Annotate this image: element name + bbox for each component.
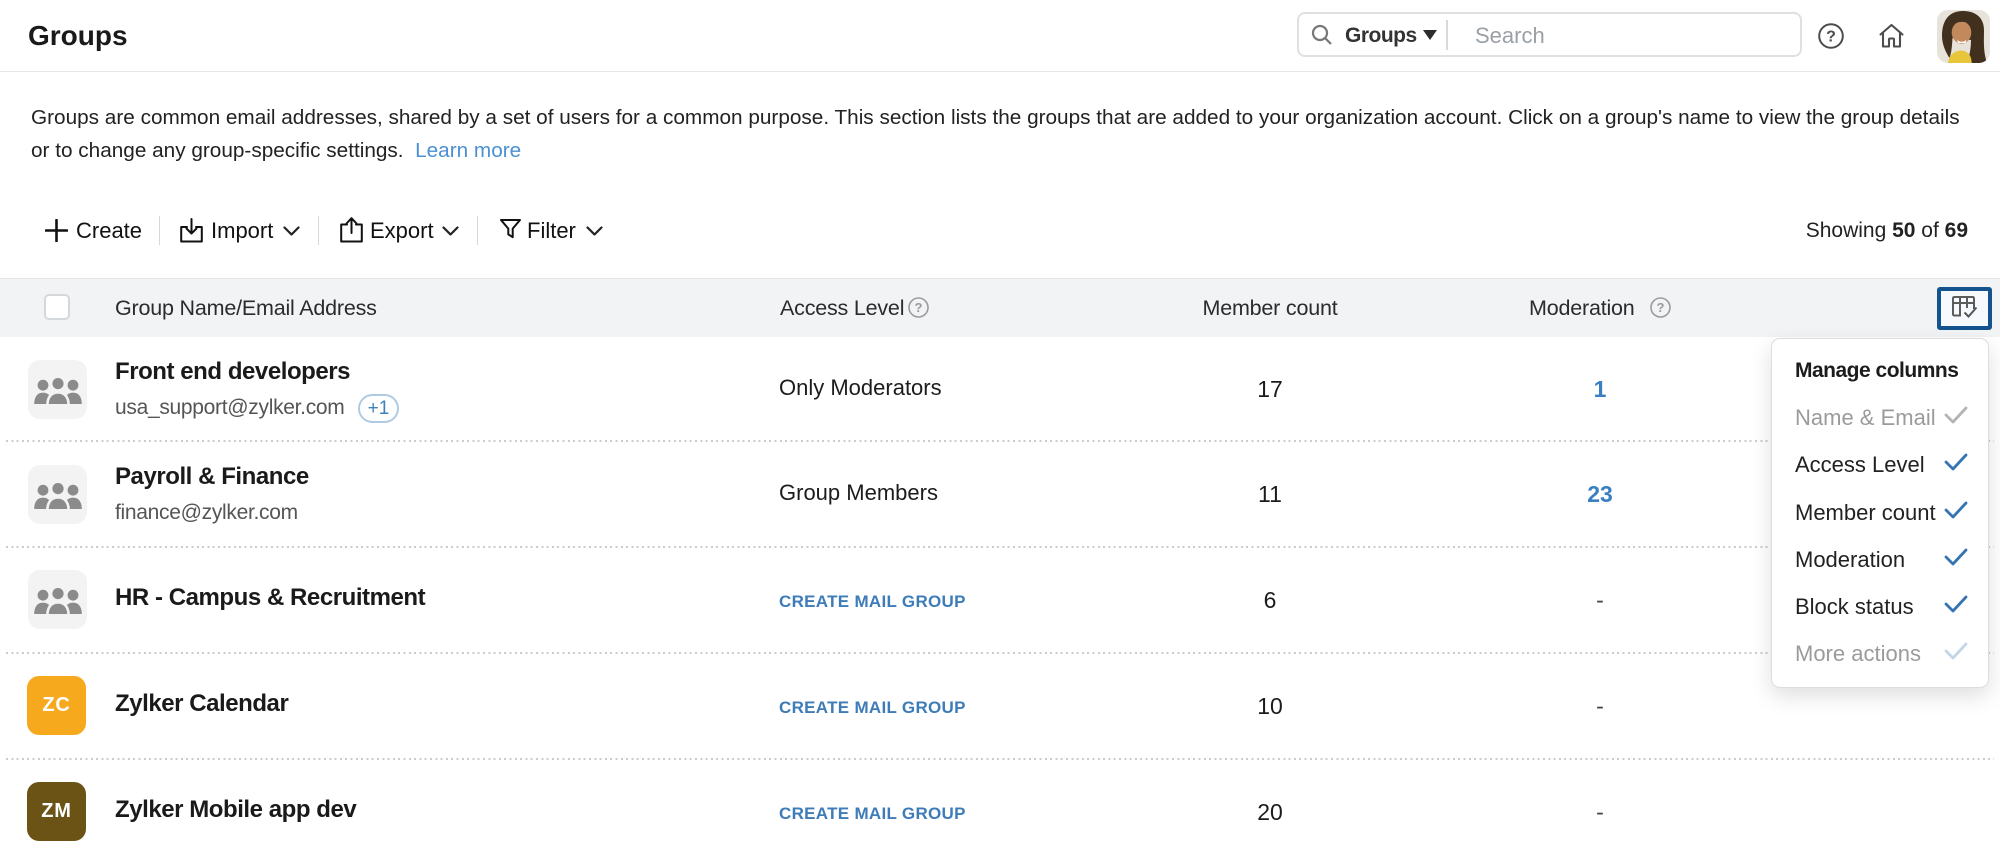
- svg-text:?: ?: [1657, 300, 1665, 315]
- svg-text:?: ?: [915, 300, 923, 315]
- svg-text:?: ?: [1826, 29, 1836, 46]
